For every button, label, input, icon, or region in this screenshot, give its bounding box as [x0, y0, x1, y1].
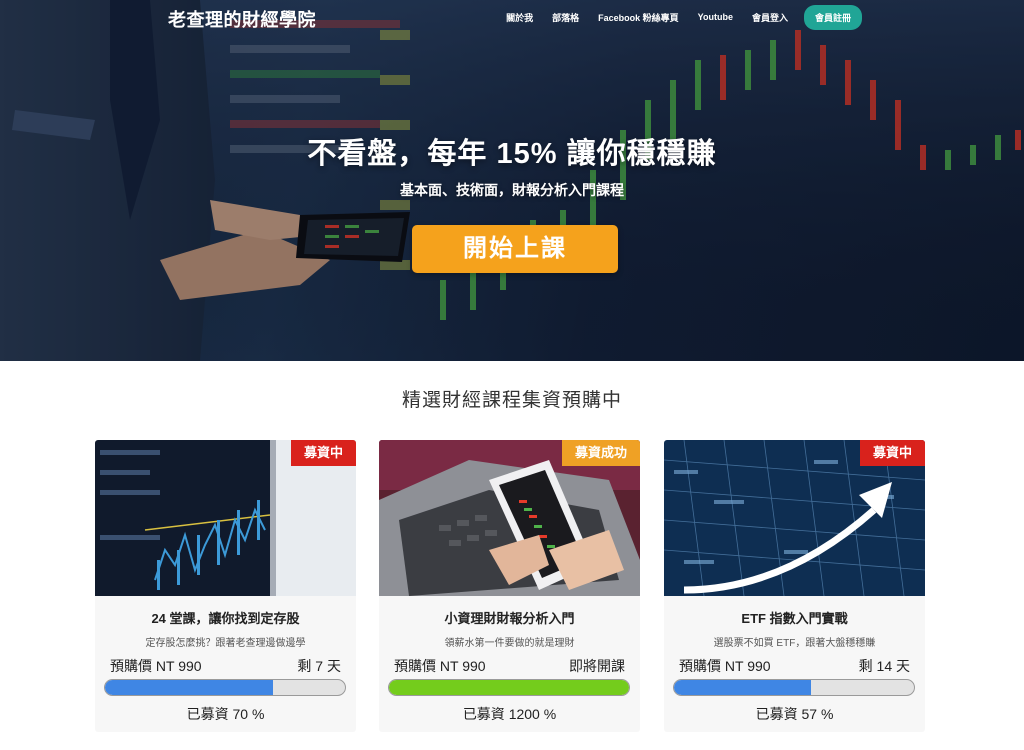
course-description: 定存股怎麼挑？跟著老查理邊做邊學 [145, 638, 306, 649]
funding-raised: 已募資 1200 % [462, 706, 557, 722]
course-card[interactable]: 募資成功 小資理財財報分析入門 領薪水第一件要做的就是理財 預購價 NT 990… [379, 440, 640, 732]
hero-subtitle: 基本面、技術面，財報分析入門課程 [400, 182, 624, 198]
status-badge: 募資中 [859, 440, 925, 466]
hero-title: 不看盤，每年 15% 讓你穩穩賺 [307, 138, 717, 170]
site-brand[interactable]: 老查理的財經學院 [168, 6, 316, 32]
course-description: 選股票不如買 ETF，跟著大盤穩穩賺 [713, 638, 876, 649]
course-title[interactable]: ETF 指數入門實戰 [664, 608, 925, 627]
days-remaining: 剩 14 天 [858, 658, 910, 674]
funding-raised: 已募資 57 % [755, 706, 834, 722]
funding-progress-bar [673, 679, 915, 696]
status-badge: 募資成功 [561, 440, 640, 466]
funding-progress-fill [105, 680, 273, 695]
course-title[interactable]: 24 堂課，讓你找到定存股 [95, 608, 356, 627]
start-course-button[interactable]: 開始上課 [412, 225, 618, 273]
section-title: 精選財經課程集資預購中 [401, 390, 622, 411]
course-description: 領薪水第一件要做的就是理財 [444, 638, 575, 649]
course-card[interactable]: 募資中 24 堂課，讓你找到定存股 定存股怎麼挑？跟著老查理邊做邊學 預購價 N… [95, 440, 356, 732]
status-badge: 募資中 [290, 440, 356, 466]
nav-link-login[interactable]: 會員登入 [752, 11, 788, 24]
course-card[interactable]: 募資中 ETF 指數入門實戰 選股票不如買 ETF，跟著大盤穩穩賺 預購價 NT… [664, 440, 925, 732]
nav-link-facebook[interactable]: Facebook 粉絲專頁 [598, 11, 679, 24]
presale-price: 預購價 NT 990 [394, 658, 486, 674]
signup-button[interactable]: 會員註冊 [803, 4, 862, 30]
days-remaining: 即將開課 [569, 658, 625, 674]
funding-progress-fill [674, 680, 811, 695]
days-remaining: 剩 7 天 [297, 658, 341, 674]
top-nav: 關於我 部落格 Facebook 粉絲專頁 Youtube 會員登入 會員註冊 [487, 4, 862, 30]
funding-progress-bar [388, 679, 630, 696]
nav-link-youtube[interactable]: Youtube [698, 12, 733, 22]
funding-progress-bar [104, 679, 346, 696]
hero-banner: 老查理的財經學院 關於我 部落格 Facebook 粉絲專頁 Youtube 會… [0, 0, 1024, 361]
nav-link-blog[interactable]: 部落格 [552, 11, 579, 24]
presale-price: 預購價 NT 990 [110, 658, 202, 674]
presale-price: 預購價 NT 990 [679, 658, 771, 674]
nav-link-about[interactable]: 關於我 [506, 11, 533, 24]
funding-progress-fill [389, 680, 629, 695]
course-title[interactable]: 小資理財財報分析入門 [379, 608, 640, 627]
funding-raised: 已募資 70 % [186, 706, 265, 722]
